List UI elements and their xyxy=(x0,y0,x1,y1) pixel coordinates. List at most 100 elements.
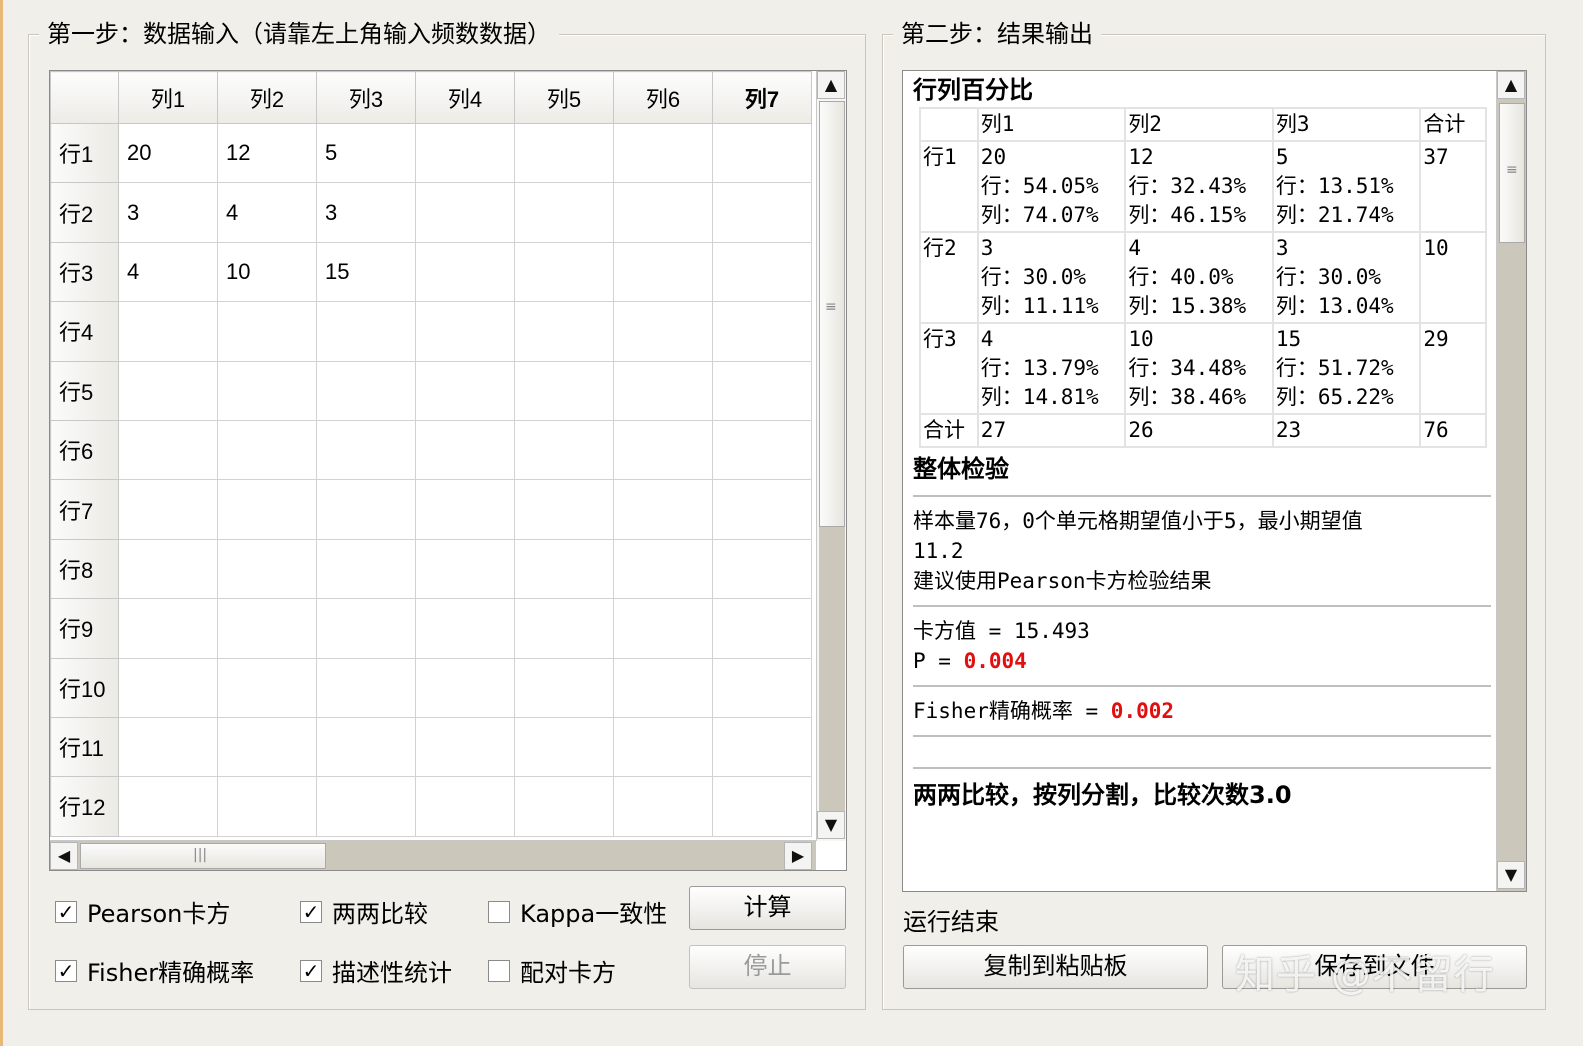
row-header-5[interactable]: 行5 xyxy=(50,360,119,421)
grid-cell[interactable] xyxy=(514,479,614,540)
checkbox-fisher[interactable]: ✓ xyxy=(55,959,77,982)
grid-cell[interactable] xyxy=(514,122,614,184)
grid-cell[interactable] xyxy=(118,538,218,600)
grid-cell[interactable] xyxy=(118,479,218,540)
row-header-12[interactable]: 行12 xyxy=(50,776,119,837)
column-header-3[interactable]: 列3 xyxy=(316,71,416,124)
grid-cell[interactable] xyxy=(613,122,713,184)
column-header-4[interactable]: 列4 xyxy=(415,71,515,124)
grid-cell[interactable] xyxy=(514,182,614,243)
option-pearson[interactable]: ✓ Pearson卡方 xyxy=(55,894,230,929)
grid-cell[interactable]: 20 xyxy=(118,122,218,184)
grid-cell[interactable] xyxy=(316,716,416,778)
grid-cell[interactable] xyxy=(712,479,812,540)
grid-cell[interactable]: 5 xyxy=(316,122,416,184)
grid-cell[interactable] xyxy=(316,657,416,718)
grid-cell[interactable] xyxy=(514,419,614,481)
row-header-2[interactable]: 行2 xyxy=(50,182,119,243)
grid-cell[interactable] xyxy=(316,419,416,481)
row-header-11[interactable]: 行11 xyxy=(50,716,119,778)
copy-to-clipboard-button[interactable]: 复制到粘贴板 xyxy=(903,945,1208,989)
grid-cell[interactable] xyxy=(514,301,614,362)
grid-cell[interactable] xyxy=(613,479,713,540)
grid-cell[interactable] xyxy=(118,657,218,718)
grid-cell[interactable] xyxy=(712,538,812,600)
option-fisher[interactable]: ✓ Fisher精确概率 xyxy=(55,953,254,988)
grid-cell[interactable] xyxy=(712,776,812,837)
grid-cell[interactable] xyxy=(415,419,515,481)
grid-cell[interactable] xyxy=(613,419,713,481)
grid-cell[interactable] xyxy=(415,122,515,184)
grid-vertical-scrollbar[interactable]: ▲ ≡ ▼ xyxy=(816,71,846,841)
grid-cell[interactable] xyxy=(217,538,317,600)
grid-cell[interactable] xyxy=(415,301,515,362)
row-header-1[interactable]: 行1 xyxy=(50,122,119,184)
grid-cell[interactable] xyxy=(712,360,812,421)
grid-cell[interactable] xyxy=(712,122,812,184)
grid-cell[interactable] xyxy=(316,479,416,540)
grid-cell[interactable] xyxy=(514,241,614,303)
grid-cell[interactable] xyxy=(613,598,713,659)
grid-cell[interactable] xyxy=(118,598,218,659)
row-header-7[interactable]: 行7 xyxy=(50,479,119,540)
row-header-9[interactable]: 行9 xyxy=(50,598,119,659)
grid-horizontal-scrollbar[interactable]: ◀ ||| ▶ xyxy=(50,840,816,870)
grid-cell[interactable] xyxy=(514,598,614,659)
grid-cell[interactable] xyxy=(415,776,515,837)
grid-cell[interactable] xyxy=(613,182,713,243)
grid-cell[interactable] xyxy=(712,716,812,778)
grid-cell[interactable] xyxy=(415,598,515,659)
option-pairwise[interactable]: ✓ 两两比较 xyxy=(300,894,428,929)
checkbox-kappa[interactable] xyxy=(488,900,510,923)
grid-cell[interactable] xyxy=(316,301,416,362)
grid-cell[interactable] xyxy=(613,716,713,778)
grid-cell[interactable]: 12 xyxy=(217,122,317,184)
grid-cell[interactable] xyxy=(613,301,713,362)
grid-cell[interactable] xyxy=(712,301,812,362)
scroll-down-icon[interactable]: ▼ xyxy=(1497,861,1525,889)
data-grid[interactable]: 列1 列2 列3 列4 列5 列6 列7 行1 20 12 5 行2 3 4 3 行3 4 10 15 行4 行5 行6… xyxy=(49,70,847,871)
scroll-up-icon[interactable]: ▲ xyxy=(817,71,845,99)
grid-cell[interactable] xyxy=(118,360,218,421)
grid-cell[interactable]: 3 xyxy=(118,182,218,243)
row-header-10[interactable]: 行10 xyxy=(50,657,119,718)
grid-cell[interactable] xyxy=(613,360,713,421)
checkbox-pearson[interactable]: ✓ xyxy=(55,900,77,923)
grid-cell[interactable] xyxy=(217,479,317,540)
grid-cell[interactable] xyxy=(118,301,218,362)
checkbox-paired[interactable] xyxy=(488,959,510,982)
grid-cell[interactable] xyxy=(217,360,317,421)
grid-cell[interactable]: 4 xyxy=(217,182,317,243)
result-pane[interactable]: 行列百分比 列1 列2 列3 合计 行1 20 行：54.05% 列：74.07% 12 行：32… xyxy=(902,70,1527,892)
column-header-2[interactable]: 列2 xyxy=(217,71,317,124)
grid-cell[interactable] xyxy=(514,716,614,778)
grid-cell[interactable] xyxy=(415,657,515,718)
grid-cell[interactable] xyxy=(514,776,614,837)
grid-cell[interactable] xyxy=(514,538,614,600)
grid-cell[interactable] xyxy=(118,419,218,481)
grid-vertical-track[interactable] xyxy=(819,527,845,811)
grid-cell[interactable] xyxy=(217,598,317,659)
grid-cell[interactable] xyxy=(415,716,515,778)
grid-cell[interactable] xyxy=(316,538,416,600)
grid-cell[interactable] xyxy=(613,776,713,837)
grid-cell[interactable] xyxy=(118,776,218,837)
grid-cell[interactable] xyxy=(613,657,713,718)
scroll-right-icon[interactable]: ▶ xyxy=(784,842,812,870)
row-header-8[interactable]: 行8 xyxy=(50,538,119,600)
grid-cell[interactable] xyxy=(712,182,812,243)
row-header-4[interactable]: 行4 xyxy=(50,301,119,362)
grid-cell[interactable] xyxy=(415,241,515,303)
grid-cell[interactable] xyxy=(217,716,317,778)
grid-cell[interactable] xyxy=(712,241,812,303)
column-header-7[interactable]: 列7 xyxy=(712,71,812,124)
grid-cell[interactable]: 3 xyxy=(316,182,416,243)
grid-cell[interactable] xyxy=(217,776,317,837)
grid-cell[interactable] xyxy=(415,182,515,243)
grid-cell[interactable] xyxy=(217,419,317,481)
grid-cell[interactable] xyxy=(613,241,713,303)
checkbox-descriptive[interactable]: ✓ xyxy=(300,959,322,982)
grid-cell[interactable] xyxy=(316,776,416,837)
grid-cell[interactable] xyxy=(415,360,515,421)
grid-cell[interactable] xyxy=(316,360,416,421)
